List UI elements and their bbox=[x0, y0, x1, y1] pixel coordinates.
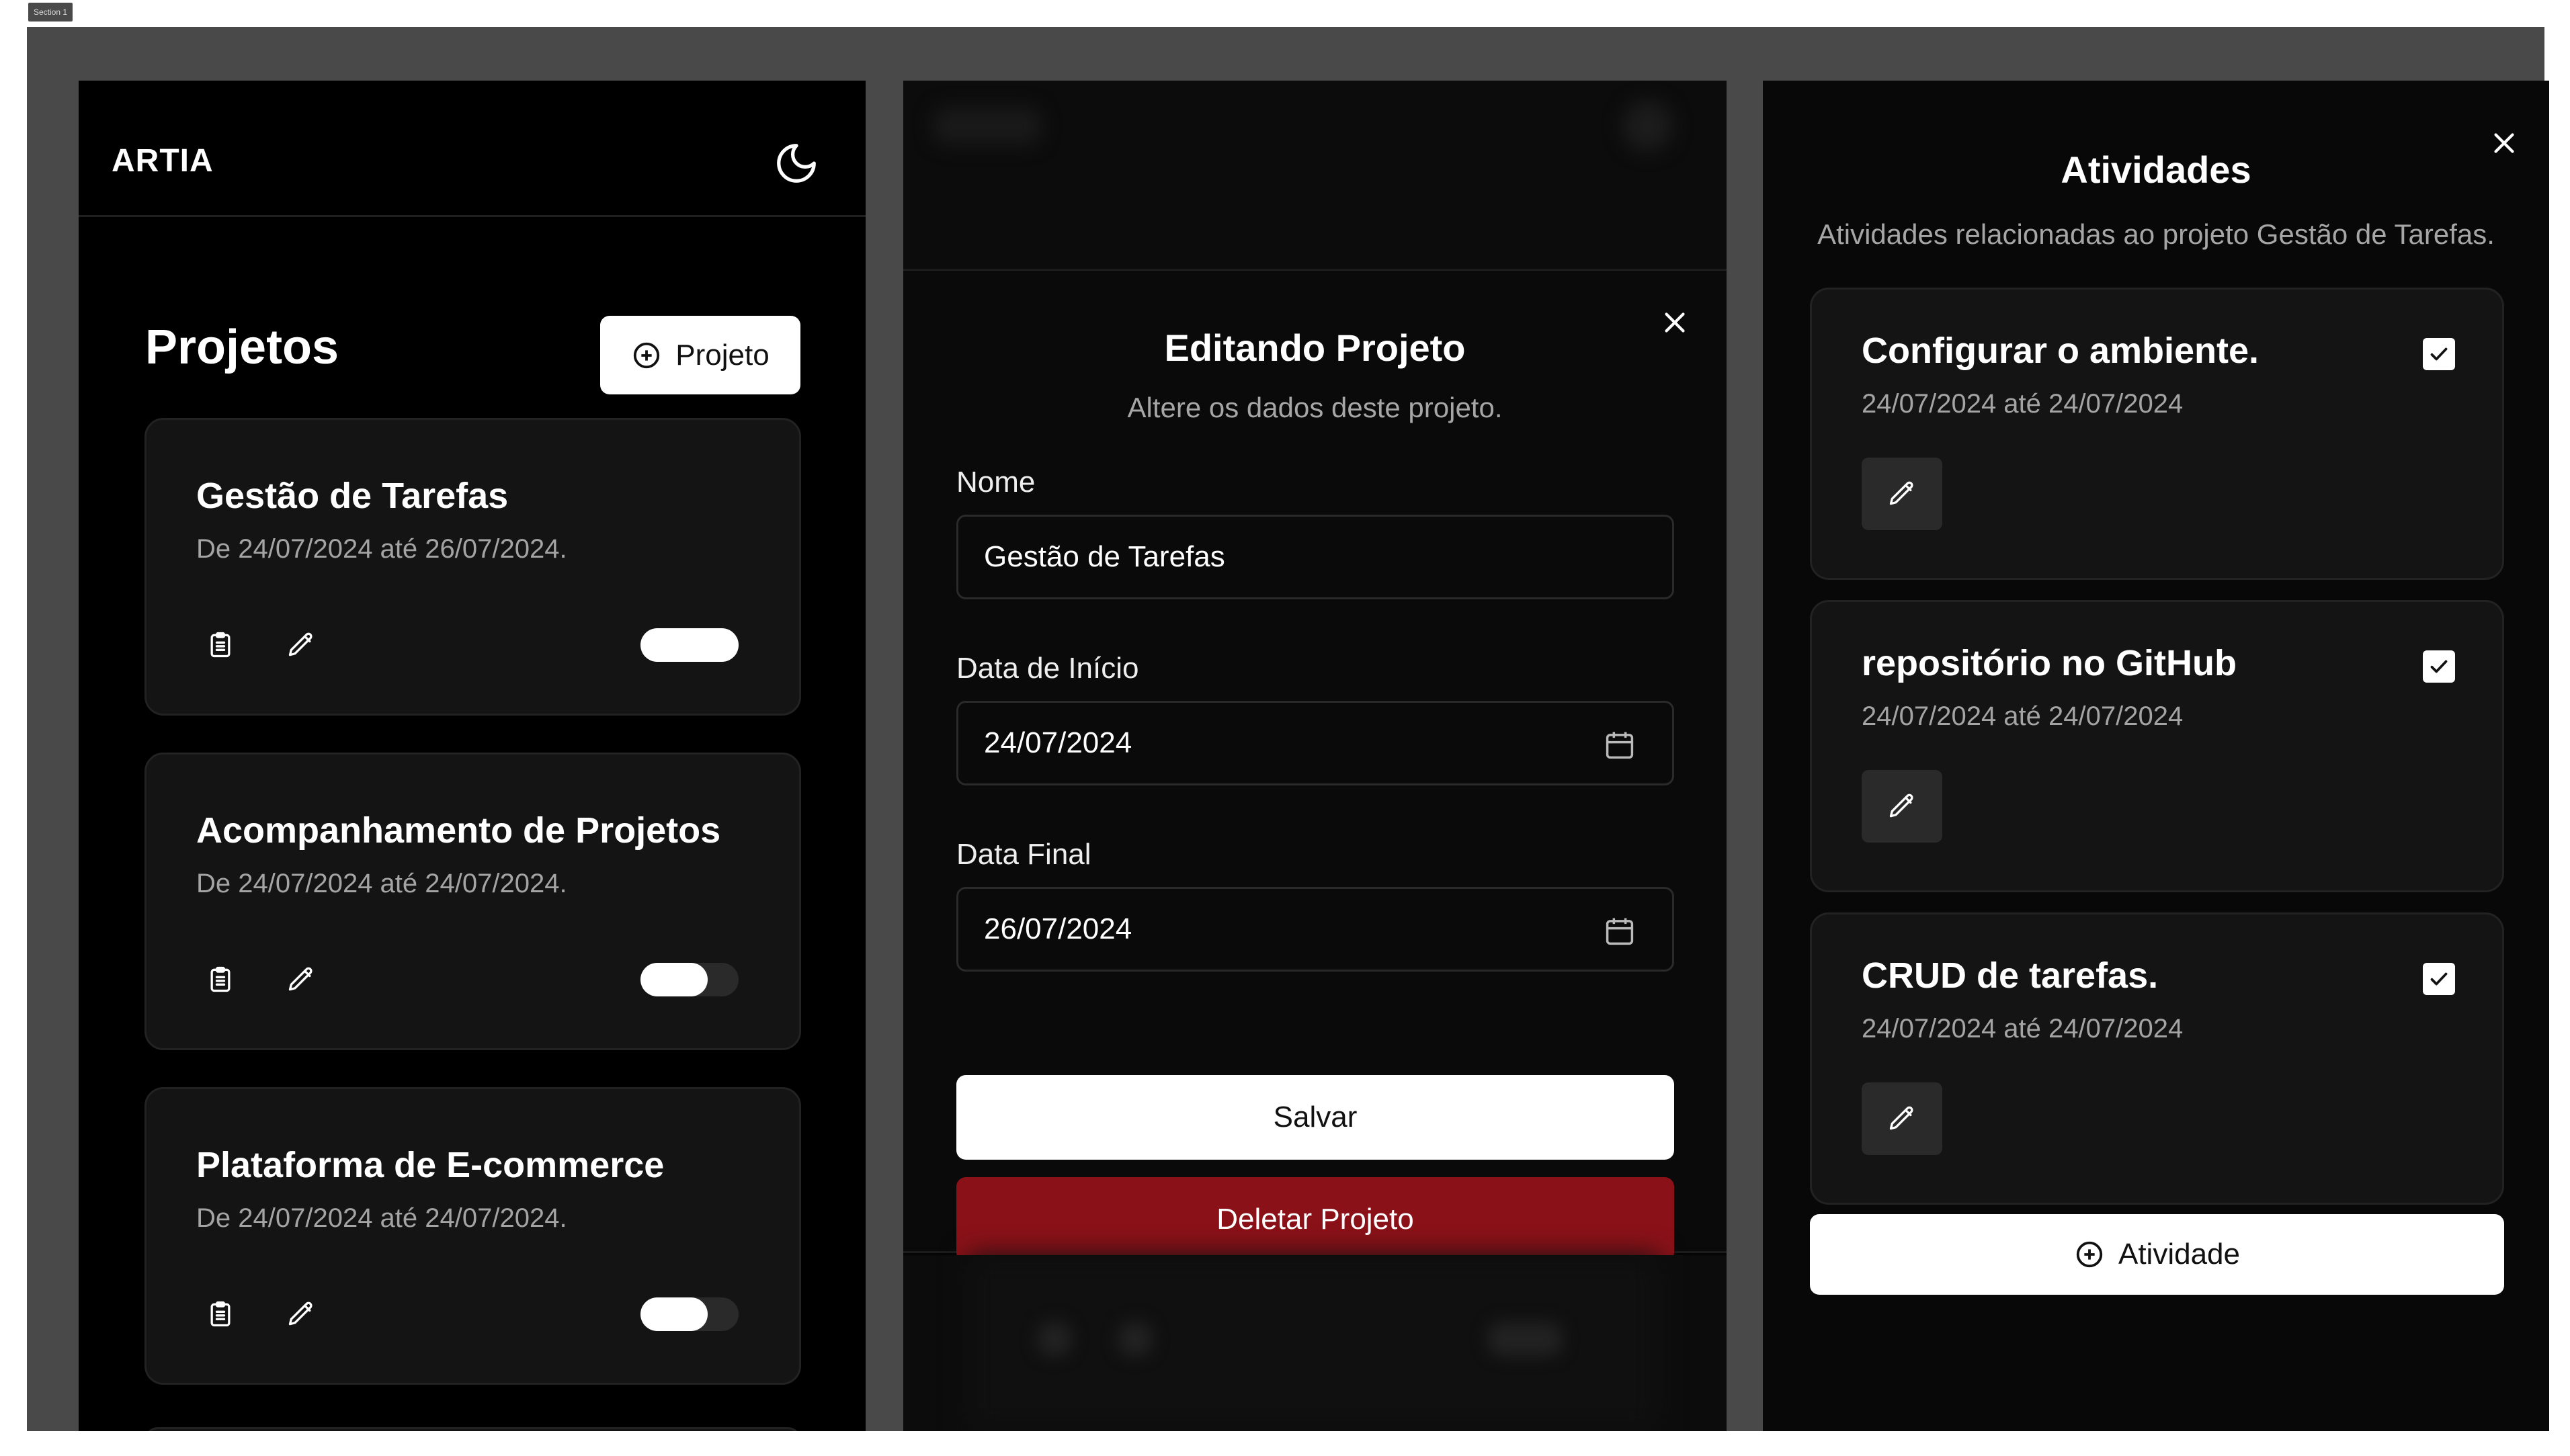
edit-project-screen: Editando Projeto Altere os dados deste p… bbox=[903, 81, 1727, 1431]
add-activity-label: Atividade bbox=[2118, 1238, 2240, 1271]
project-status-toggle[interactable] bbox=[640, 963, 739, 996]
close-icon[interactable] bbox=[1658, 306, 1692, 339]
end-date-field[interactable]: 26/07/2024 bbox=[956, 887, 1674, 972]
activities-title: Atividades bbox=[2061, 148, 2251, 191]
check-icon bbox=[2430, 660, 2448, 673]
check-icon bbox=[2430, 972, 2448, 986]
activity-name: CRUD de tarefas. bbox=[1862, 955, 2159, 996]
project-name: Plataforma de E-commerce bbox=[196, 1145, 665, 1185]
activity-dates: 24/07/2024 até 24/07/2024 bbox=[1862, 389, 2184, 419]
activity-checkbox[interactable] bbox=[2423, 338, 2455, 370]
activity-dates: 24/07/2024 até 24/07/2024 bbox=[1862, 701, 2184, 731]
activity-checkbox[interactable] bbox=[2423, 963, 2455, 995]
section-tag: Section 1 bbox=[28, 3, 73, 22]
edit-activity-button[interactable] bbox=[1862, 770, 1942, 843]
plus-circle-icon bbox=[634, 342, 660, 368]
edit-activity-button[interactable] bbox=[1862, 1082, 1942, 1155]
activity-card: Configurar o ambiente. 24/07/2024 até 24… bbox=[1810, 288, 2504, 580]
clipboard-icon[interactable] bbox=[200, 1294, 241, 1334]
close-icon[interactable] bbox=[2487, 126, 2521, 160]
project-status-toggle[interactable] bbox=[640, 1297, 739, 1331]
project-dates: De 24/07/2024 até 26/07/2024. bbox=[196, 534, 567, 564]
pencil-icon[interactable] bbox=[281, 959, 321, 1000]
blurred-background-card bbox=[903, 1255, 1727, 1431]
calendar-icon[interactable] bbox=[1602, 728, 1637, 763]
start-date-value: 24/07/2024 bbox=[984, 726, 1132, 759]
project-card[interactable]: Acompanhamento de Projetos De 24/07/2024… bbox=[144, 753, 801, 1050]
start-date-field[interactable]: 24/07/2024 bbox=[956, 701, 1674, 785]
save-button[interactable]: Salvar bbox=[956, 1075, 1674, 1160]
project-card[interactable]: Gestão de Tarefas De 24/07/2024 até 26/0… bbox=[144, 418, 801, 716]
activity-card: CRUD de tarefas. 24/07/2024 até 24/07/20… bbox=[1810, 912, 2504, 1205]
project-name: Acompanhamento de Projetos bbox=[196, 810, 721, 851]
moon-icon[interactable] bbox=[773, 140, 820, 187]
dialog-title: Editando Projeto bbox=[1164, 327, 1466, 369]
name-field[interactable]: Gestão de Tarefas bbox=[956, 515, 1674, 599]
end-date-value: 26/07/2024 bbox=[984, 912, 1132, 945]
calendar-icon[interactable] bbox=[1602, 914, 1637, 949]
projects-screen: ARTIA Projetos Projeto Gestão de Tarefas… bbox=[79, 81, 866, 1431]
clipboard-icon[interactable] bbox=[200, 625, 241, 665]
delete-project-button[interactable]: Deletar Projeto bbox=[956, 1177, 1674, 1262]
activity-name: repositório no GitHub bbox=[1862, 643, 2237, 683]
dialog-subtitle: Altere os dados deste projeto. bbox=[1127, 392, 1503, 423]
pencil-icon bbox=[1889, 794, 1913, 818]
app-brand: ARTIA bbox=[112, 143, 214, 179]
end-date-label: Data Final bbox=[956, 838, 1091, 871]
add-project-button[interactable]: Projeto bbox=[600, 316, 800, 394]
add-project-label: Projeto bbox=[675, 338, 770, 372]
project-name: Gestão de Tarefas bbox=[196, 476, 509, 516]
name-field-value: Gestão de Tarefas bbox=[984, 540, 1225, 573]
project-card-partial bbox=[144, 1427, 801, 1431]
pencil-icon[interactable] bbox=[281, 625, 321, 665]
add-activity-button[interactable]: Atividade bbox=[1810, 1214, 2504, 1295]
start-date-label: Data de Início bbox=[956, 652, 1139, 685]
blurred-background-header bbox=[903, 81, 1727, 269]
project-card[interactable]: Plataforma de E-commerce De 24/07/2024 a… bbox=[144, 1087, 801, 1385]
edit-project-dialog: Editando Projeto Altere os dados deste p… bbox=[903, 269, 1727, 1262]
check-icon bbox=[2430, 347, 2448, 361]
clipboard-icon[interactable] bbox=[200, 959, 241, 1000]
edit-activity-button[interactable] bbox=[1862, 458, 1942, 530]
app-header: ARTIA bbox=[79, 81, 866, 217]
activities-subtitle: Atividades relacionadas ao projeto Gestã… bbox=[1817, 218, 2495, 250]
activity-checkbox[interactable] bbox=[2423, 650, 2455, 683]
activity-card: repositório no GitHub 24/07/2024 até 24/… bbox=[1810, 600, 2504, 892]
activity-name: Configurar o ambiente. bbox=[1862, 331, 2260, 371]
page-title: Projetos bbox=[145, 320, 339, 374]
pencil-icon bbox=[1889, 481, 1913, 505]
project-dates: De 24/07/2024 até 24/07/2024. bbox=[196, 869, 567, 898]
pencil-icon[interactable] bbox=[281, 1294, 321, 1334]
project-status-toggle[interactable] bbox=[640, 628, 739, 662]
plus-circle-icon bbox=[2076, 1241, 2103, 1268]
canvas-frame: ARTIA Projetos Projeto Gestão de Tarefas… bbox=[27, 27, 2549, 1431]
activities-screen: Atividades Atividades relacionadas ao pr… bbox=[1763, 81, 2549, 1431]
project-dates: De 24/07/2024 até 24/07/2024. bbox=[196, 1203, 567, 1233]
name-label: Nome bbox=[956, 466, 1036, 499]
pencil-icon bbox=[1889, 1106, 1913, 1130]
activity-dates: 24/07/2024 até 24/07/2024 bbox=[1862, 1014, 2184, 1043]
